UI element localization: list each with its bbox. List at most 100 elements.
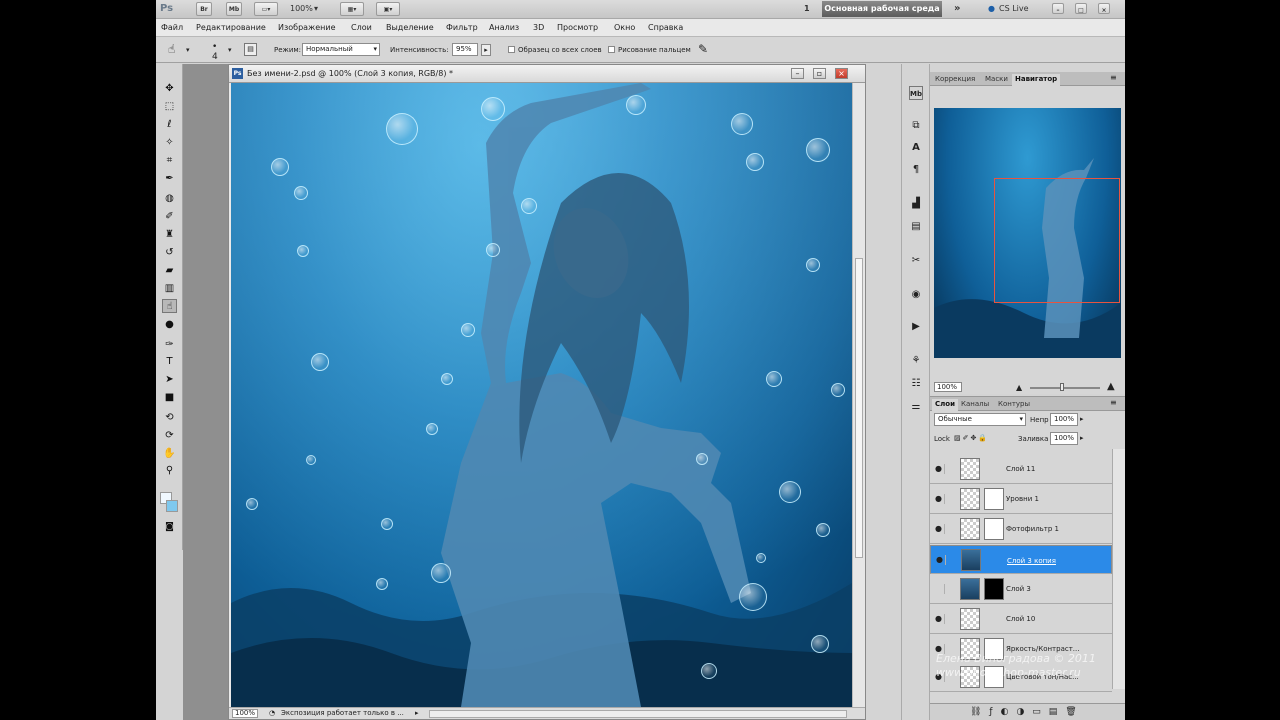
- layer-row[interactable]: ● Слой 3 копия: [930, 545, 1112, 574]
- path-select-icon[interactable]: ➤: [162, 373, 177, 387]
- pressure-icon[interactable]: ✎: [698, 42, 708, 56]
- close-button[interactable]: ×: [1098, 3, 1110, 14]
- brush-icon[interactable]: ✐: [162, 210, 177, 224]
- layer-row[interactable]: ● Фотофильтр 1: [930, 515, 1112, 544]
- dodge-icon[interactable]: ●: [162, 318, 177, 332]
- character-icon[interactable]: A: [909, 141, 923, 155]
- finger-paint-checkbox[interactable]: [608, 46, 615, 53]
- menu-edit[interactable]: Редактирование: [196, 23, 266, 32]
- history-brush-icon[interactable]: ↺: [162, 246, 177, 260]
- scroll-thumb[interactable]: [855, 258, 863, 558]
- quick-mask-icon[interactable]: ◙: [162, 520, 177, 534]
- histogram-icon[interactable]: ▟: [909, 197, 923, 211]
- vertical-scrollbar[interactable]: [852, 83, 865, 707]
- eye-icon[interactable]: ●: [933, 524, 945, 534]
- healing-icon[interactable]: ◍: [162, 192, 177, 206]
- crop-icon[interactable]: ⌗: [162, 154, 177, 168]
- brush-size-icon[interactable]: • 4: [212, 42, 218, 62]
- fill-slider-icon[interactable]: ▸: [1080, 434, 1084, 442]
- eye-icon[interactable]: ●: [933, 614, 945, 624]
- document-title-bar[interactable]: Ps Без имени-2.psd @ 100% (Слой 3 копия,…: [229, 65, 865, 83]
- marquee-icon[interactable]: ⬚: [162, 100, 177, 114]
- extras-icon[interactable]: ▭▾: [254, 2, 278, 16]
- intensity-field[interactable]: 95%: [452, 43, 478, 56]
- menu-filter[interactable]: Фильтр: [446, 23, 478, 32]
- lock-icons[interactable]: ▨✐✥🔒: [954, 434, 989, 442]
- info-panel-icon[interactable]: ▤: [909, 220, 923, 234]
- zoom-out-icon[interactable]: ▲: [1016, 383, 1022, 392]
- shape-icon[interactable]: ■: [162, 391, 177, 405]
- minimize-button[interactable]: –: [1052, 3, 1064, 14]
- eraser-icon[interactable]: ▰: [162, 264, 177, 278]
- paragraph-icon[interactable]: ¶: [909, 163, 923, 177]
- layers-menu-icon[interactable]: ≡: [1110, 398, 1117, 407]
- info-icon[interactable]: ◉: [909, 288, 923, 302]
- doc-restore-button[interactable]: ▫: [813, 68, 826, 79]
- eye-icon[interactable]: ●: [934, 555, 946, 565]
- opacity-slider-icon[interactable]: ▸: [1080, 415, 1084, 423]
- status-menu-icon[interactable]: ▸: [415, 709, 419, 717]
- doc-close-button[interactable]: ×: [835, 68, 848, 79]
- smudge-icon[interactable]: ☝: [162, 299, 177, 313]
- navigator-zoom-slider[interactable]: [1030, 387, 1100, 389]
- eye-icon[interactable]: ●: [933, 464, 945, 474]
- intensity-slider-icon[interactable]: ▸: [481, 44, 491, 56]
- layer-row[interactable]: Слой 3: [930, 575, 1112, 604]
- panel-menu-icon[interactable]: ≡: [1110, 73, 1117, 82]
- status-zoom-field[interactable]: 100%: [232, 709, 258, 718]
- mini-bridge-icon[interactable]: Mb: [909, 86, 923, 100]
- workspace-button[interactable]: Основная рабочая среда: [822, 1, 942, 17]
- background-color-swatch[interactable]: [166, 500, 178, 512]
- eyedropper-icon[interactable]: ✒: [162, 172, 177, 186]
- navigator-thumbnail[interactable]: [934, 108, 1121, 358]
- menu-help[interactable]: Справка: [648, 23, 683, 32]
- doc-minimize-button[interactable]: –: [791, 68, 804, 79]
- navigator-slider-handle[interactable]: [1060, 383, 1064, 391]
- 3d-orbit-icon[interactable]: ⟳: [162, 429, 177, 443]
- styles-icon[interactable]: ☷: [909, 377, 923, 391]
- mode-select[interactable]: Нормальный ▾: [302, 43, 380, 56]
- layer-row[interactable]: ● Слой 11: [930, 455, 1112, 484]
- move-icon[interactable]: ✥: [162, 82, 177, 96]
- zoom-dropdown-icon[interactable]: ▾: [314, 2, 318, 16]
- layer-comps-icon[interactable]: ⚌: [909, 400, 923, 414]
- menu-analysis[interactable]: Анализ: [489, 23, 519, 32]
- layer-row[interactable]: ● Слой 10: [930, 605, 1112, 634]
- menu-layers[interactable]: Слои: [351, 23, 372, 32]
- hand-icon[interactable]: ✋: [162, 447, 177, 461]
- actions-icon[interactable]: ▶: [909, 320, 923, 334]
- pen-icon[interactable]: ✑: [162, 338, 177, 352]
- tools-presets-icon[interactable]: ✂: [909, 254, 923, 268]
- tab-paths[interactable]: Контуры: [995, 399, 1033, 411]
- tab-masks[interactable]: Маски: [982, 74, 1011, 86]
- workspace-more-icon[interactable]: »: [954, 2, 960, 16]
- tab-navigator[interactable]: Навигатор: [1012, 74, 1061, 86]
- brush-panel-icon[interactable]: ▤: [244, 43, 257, 56]
- cs-live-button[interactable]: CS Live: [999, 2, 1029, 16]
- menu-view[interactable]: Просмотр: [557, 23, 598, 32]
- arrange-documents-icon[interactable]: ▦▾: [340, 2, 364, 16]
- blend-mode-select[interactable]: Обычные ▾: [934, 413, 1026, 426]
- magic-wand-icon[interactable]: ✧: [162, 136, 177, 150]
- tab-adjustments[interactable]: Коррекция: [932, 74, 978, 86]
- preset-dropdown-icon[interactable]: ▾: [186, 46, 190, 54]
- layer-row[interactable]: ● Уровни 1: [930, 485, 1112, 514]
- menu-3d[interactable]: 3D: [533, 23, 544, 32]
- image-canvas[interactable]: [231, 83, 852, 707]
- navigator-view-box[interactable]: [994, 178, 1120, 303]
- menu-file[interactable]: Файл: [161, 23, 183, 32]
- clone-source-icon[interactable]: ⚘: [909, 354, 923, 368]
- status-info-icon[interactable]: ◔: [269, 709, 275, 717]
- fill-field[interactable]: 100%: [1050, 432, 1078, 445]
- stamp-icon[interactable]: ♜: [162, 228, 177, 242]
- tab-layers[interactable]: Слои: [932, 399, 958, 411]
- zoom-level[interactable]: 100%: [290, 2, 313, 16]
- brush-presets-icon[interactable]: ⧉: [909, 119, 923, 133]
- navigator-zoom-field[interactable]: 100%: [934, 382, 962, 392]
- lasso-icon[interactable]: ℓ: [162, 118, 177, 132]
- screen-mode-icon[interactable]: ▣▾: [376, 2, 400, 16]
- 3d-rotate-icon[interactable]: ⟲: [162, 411, 177, 425]
- smudge-preset-icon[interactable]: ☝: [168, 42, 175, 56]
- horizontal-scrollbar[interactable]: [429, 710, 847, 718]
- gradient-icon[interactable]: ▥: [162, 282, 177, 296]
